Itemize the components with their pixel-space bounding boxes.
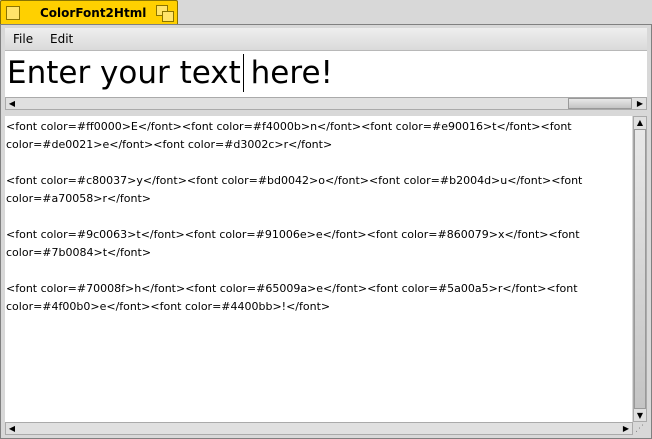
menu-file[interactable]: File xyxy=(13,32,33,46)
input-horizontal-scrollbar[interactable]: ◀ ▶ xyxy=(5,97,647,110)
output-vertical-scrollbar[interactable]: ▲ ▼ xyxy=(633,116,647,422)
text-caret xyxy=(243,54,244,92)
scroll-left-arrow-icon[interactable]: ◀ xyxy=(6,423,18,434)
output-horizontal-scrollbar[interactable]: ◀ ▶ xyxy=(5,422,633,435)
scroll-left-arrow-icon[interactable]: ◀ xyxy=(6,98,18,109)
scroll-thumb[interactable] xyxy=(568,98,632,109)
menu-bar: File Edit xyxy=(5,28,647,51)
scroll-right-arrow-icon[interactable]: ▶ xyxy=(620,423,632,434)
app-window: File Edit Enter your text here! ◀ ▶ <fon… xyxy=(0,24,652,439)
resize-grip-icon[interactable]: ⋰ xyxy=(635,423,647,435)
scroll-thumb-vertical[interactable] xyxy=(634,129,646,409)
close-box-icon[interactable] xyxy=(6,6,20,20)
scroll-right-arrow-icon[interactable]: ▶ xyxy=(634,98,646,109)
text-input[interactable]: Enter your text here! xyxy=(5,51,647,97)
html-output[interactable]: <font color=#ff0000>E</font><font color=… xyxy=(5,116,632,432)
html-output-text: <font color=#ff0000>E</font><font color=… xyxy=(6,120,583,313)
window-tab[interactable]: ColorFont2Html xyxy=(0,0,178,24)
menu-edit[interactable]: Edit xyxy=(50,32,73,46)
scroll-down-arrow-icon[interactable]: ▼ xyxy=(634,410,646,421)
input-text: Enter your text here! xyxy=(7,55,333,91)
scroll-up-arrow-icon[interactable]: ▲ xyxy=(634,117,646,128)
window-title: ColorFont2Html xyxy=(40,6,147,20)
zoom-icon[interactable] xyxy=(156,5,174,22)
